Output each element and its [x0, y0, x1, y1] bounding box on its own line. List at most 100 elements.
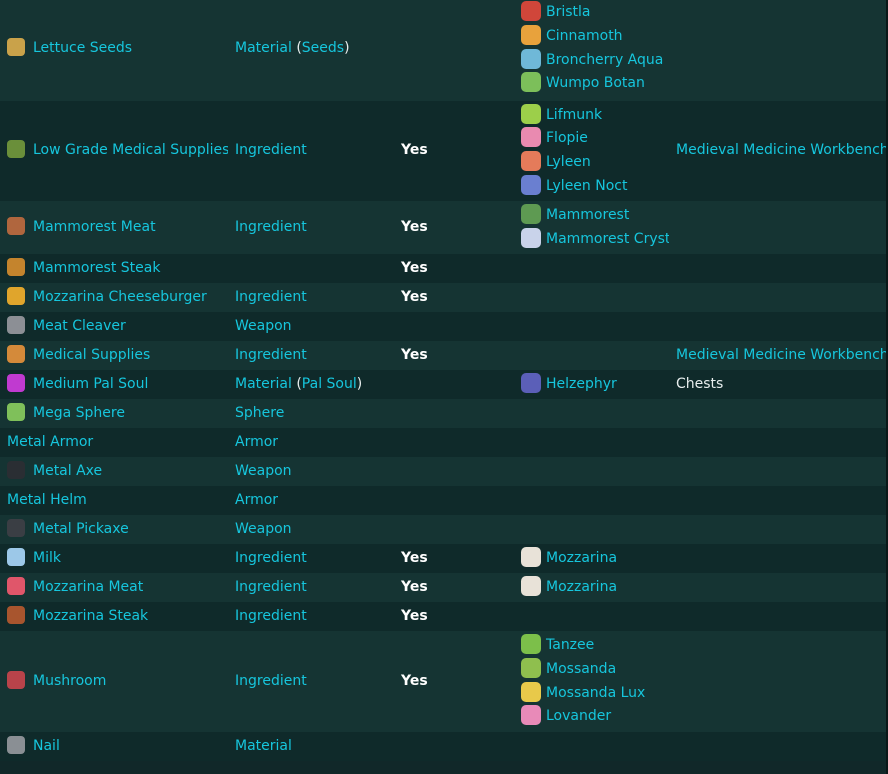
source-cell [669, 515, 888, 544]
item-name-link[interactable]: Milk [33, 550, 61, 566]
pal-name-link[interactable]: Lyleen Noct [546, 178, 627, 194]
type-link[interactable]: Ingredient [235, 142, 307, 158]
subtype-link[interactable]: Seeds [302, 40, 344, 56]
items-table: Lettuce Seeds Material (Seeds) Bristla Cinn… [0, 0, 888, 761]
item-name-link[interactable]: Medium Pal Soul [33, 376, 148, 392]
pal-entry: Mammorest [521, 203, 669, 228]
lifmunk-icon [521, 103, 541, 124]
mozzarina-icon [521, 575, 541, 596]
item-name-link[interactable]: Mammorest Meat [33, 219, 156, 235]
type-link[interactable]: Ingredient [235, 673, 307, 689]
type-link[interactable]: Material [235, 376, 292, 392]
dropped-by-cell [514, 428, 669, 457]
item-cell: Metal Armor [0, 428, 228, 457]
mossanda-lux-icon [521, 681, 541, 702]
pal-name-link[interactable]: Bristla [546, 4, 591, 20]
pal-name-link[interactable]: Tanzee [546, 637, 594, 653]
source-cell [669, 283, 888, 312]
item-name-link[interactable]: Mozzarina Steak [33, 608, 148, 624]
source-cell: Medieval Medicine Workbench [669, 101, 888, 201]
pal-name-link[interactable]: Broncherry Aqua [546, 52, 663, 68]
pal-name-link[interactable]: Mozzarina [546, 550, 617, 566]
dropped-by-cell [514, 399, 669, 428]
mushroom-icon [7, 670, 25, 689]
pal-name-link[interactable]: Mozzarina [546, 579, 617, 595]
pal-name-link[interactable]: Mammorest Cryst [546, 231, 669, 247]
steak-icon [7, 257, 25, 276]
table-row: Medical Supplies Ingredient Yes Medieval Me… [0, 341, 888, 370]
type-link[interactable]: Material [235, 738, 292, 754]
item-name-link[interactable]: Mushroom [33, 673, 106, 689]
item-name-link[interactable]: Mammorest Steak [33, 260, 160, 276]
item-name-link[interactable]: Metal Helm [7, 492, 87, 508]
pal-name-link[interactable]: Wumpo Botan [546, 75, 645, 91]
dropped-by-cell: Mammorest Mammorest Cryst [514, 201, 669, 254]
type-link[interactable]: Material [235, 40, 292, 56]
item-name-link[interactable]: Mega Sphere [33, 405, 125, 421]
item-cell: Mushroom [0, 631, 228, 732]
workbench-link[interactable]: Medieval Medicine Workbench [676, 142, 888, 158]
pal-name-link[interactable]: Helzephyr [546, 376, 617, 392]
consumable-cell: Yes [394, 544, 514, 573]
item-name-link[interactable]: Medical Supplies [33, 347, 150, 363]
source-cell [669, 732, 888, 761]
type-cell: Ingredient [228, 101, 394, 201]
consumable-cell [394, 732, 514, 761]
pal-entry: Helzephyr [521, 372, 669, 397]
type-link[interactable]: Ingredient [235, 608, 307, 624]
milk-bottle-icon [7, 547, 25, 566]
consumable-value: Yes [401, 346, 428, 363]
pal-name-link[interactable]: Mammorest [546, 207, 629, 223]
dropped-by-cell [514, 602, 669, 631]
item-name-link[interactable]: Metal Axe [33, 463, 102, 479]
type-cell: Ingredient [228, 283, 394, 312]
type-cell: Material [228, 732, 394, 761]
pal-name-link[interactable]: Mossanda [546, 661, 616, 677]
mammorest-cryst-icon [521, 227, 541, 248]
dropped-by-cell: Mozzarina [514, 544, 669, 573]
item-name-link[interactable]: Meat Cleaver [33, 318, 126, 334]
type-cell: Ingredient [228, 544, 394, 573]
source-cell [669, 312, 888, 341]
consumable-cell: Yes [394, 254, 514, 283]
type-link[interactable]: Ingredient [235, 579, 307, 595]
pal-name-link[interactable]: Cinnamoth [546, 28, 623, 44]
consumable-value: Yes [401, 549, 428, 566]
item-name-link[interactable]: Metal Pickaxe [33, 521, 129, 537]
item-cell: Meat Cleaver [0, 312, 228, 341]
pal-name-link[interactable]: Lyleen [546, 154, 591, 170]
type-link[interactable]: Armor [235, 492, 278, 508]
item-name-link[interactable]: Mozzarina Meat [33, 579, 143, 595]
consumable-value: Yes [401, 288, 428, 305]
subtype-link[interactable]: Pal Soul [302, 376, 357, 392]
type-link[interactable]: Armor [235, 434, 278, 450]
consumable-value: Yes [401, 142, 428, 159]
sphere-icon [7, 402, 25, 421]
pal-name-link[interactable]: Lovander [546, 708, 611, 724]
pal-name-link[interactable]: Flopie [546, 130, 588, 146]
item-name-link[interactable]: Nail [33, 738, 60, 754]
type-link[interactable]: Ingredient [235, 550, 307, 566]
steak-icon [7, 605, 25, 624]
pal-name-link[interactable]: Mossanda Lux [546, 685, 645, 701]
type-link[interactable]: Weapon [235, 463, 292, 479]
table-row: Nail Material [0, 732, 888, 761]
workbench-link[interactable]: Medieval Medicine Workbench [676, 347, 888, 363]
mossanda-icon [521, 657, 541, 678]
type-link[interactable]: Weapon [235, 318, 292, 334]
source-cell: Chests [669, 370, 888, 399]
table-row: Mammorest Steak Yes [0, 254, 888, 283]
type-link[interactable]: Ingredient [235, 219, 307, 235]
pal-entry: Mozzarina [521, 546, 669, 571]
pal-name-link[interactable]: Lifmunk [546, 107, 602, 123]
type-link[interactable]: Weapon [235, 521, 292, 537]
type-link[interactable]: Ingredient [235, 289, 307, 305]
dropped-by-cell [514, 341, 669, 370]
consumable-cell [394, 486, 514, 515]
type-link[interactable]: Ingredient [235, 347, 307, 363]
item-name-link[interactable]: Lettuce Seeds [33, 40, 132, 56]
item-name-link[interactable]: Low Grade Medical Supplies [33, 142, 228, 158]
item-name-link[interactable]: Metal Armor [7, 434, 93, 450]
type-link[interactable]: Sphere [235, 405, 284, 421]
item-name-link[interactable]: Mozzarina Cheeseburger [33, 289, 207, 305]
